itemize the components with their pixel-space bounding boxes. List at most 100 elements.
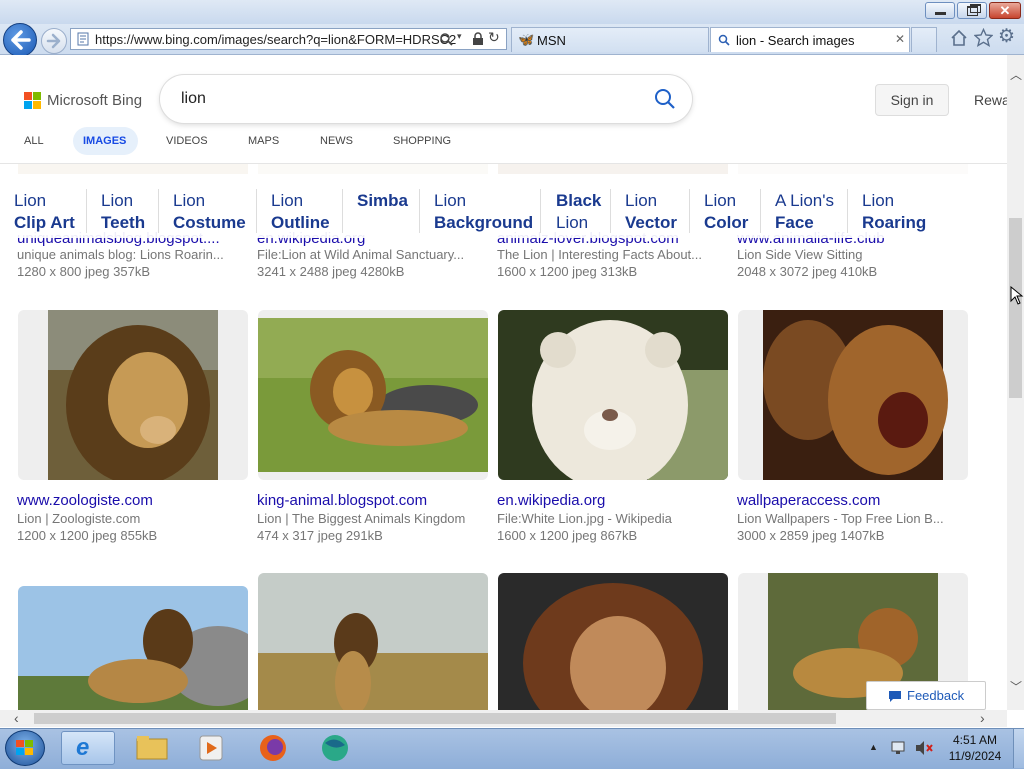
result-title[interactable]: Lion Side View Sitting [737,247,967,262]
folder-icon [136,736,168,760]
scroll-right-icon[interactable]: › [980,710,985,726]
system-clock[interactable]: 4:51 AM 11/9/2024 [942,732,1008,764]
search-icon[interactable] [654,88,676,110]
lock-icon[interactable] [472,32,484,46]
nav-videos[interactable]: VIDEOS [166,135,208,147]
related-search-item[interactable]: Lion Vector [625,190,677,234]
vertical-scrollbar[interactable]: ︿ ﹀ [1007,55,1024,710]
related-separator [610,189,611,233]
related-search-item[interactable]: Lion Outline [271,190,330,234]
lion-image [48,310,218,480]
rewards-link[interactable]: Rewa [974,92,1007,108]
scrollbar-thumb[interactable] [1009,218,1022,398]
address-bar[interactable]: https://www.bing.com/images/search?q=lio… [70,28,507,50]
related-separator [689,189,690,233]
image-thumbnail[interactable] [18,310,248,480]
related-search-item[interactable]: A Lion's Face [775,190,834,234]
related-search-item[interactable]: Lion Color [704,190,748,234]
search-box[interactable]: lion [160,75,692,123]
nav-all[interactable]: ALL [24,135,44,147]
result-title[interactable]: File:Lion at Wild Animal Sanctuary... [257,247,487,262]
home-icon[interactable] [950,29,968,47]
bing-logo-text[interactable]: Microsoft Bing [47,92,142,109]
refresh-icon[interactable]: ↻ [488,29,500,46]
result-title[interactable]: The Lion | Interesting Facts About... [497,247,727,262]
result-domain[interactable]: king-animal.blogspot.com [257,492,427,509]
lion-image [763,310,948,480]
lion-image [18,586,248,710]
settings-gear-icon[interactable]: ⚙ [998,25,1015,48]
close-window-button[interactable]: ✕ [989,2,1021,19]
related-search-item[interactable]: Lion Costume [173,190,246,234]
microsoft-logo-icon[interactable] [24,92,42,110]
image-thumbnail[interactable] [258,573,488,710]
back-button[interactable] [3,23,37,57]
close-tab-icon[interactable]: ✕ [895,32,905,46]
internet-explorer-icon: e [76,734,90,761]
result-domain[interactable]: wallpaperaccess.com [737,492,880,509]
result-title[interactable]: Lion Wallpapers - Top Free Lion B... [737,511,967,526]
feedback-button[interactable]: Feedback [866,681,986,710]
search-icon [718,34,730,46]
related-separator [419,189,420,233]
result-meta: 1280 x 800 jpeg 357kB [17,264,150,279]
lion-image [258,573,488,710]
result-title[interactable]: File:White Lion.jpg - Wikipedia [497,511,727,526]
image-thumbnail[interactable] [18,586,248,710]
show-hidden-icons[interactable]: ▲ [869,742,878,752]
related-search-item[interactable]: Lion Clip Art [14,190,75,234]
show-desktop-button[interactable] [1013,729,1024,768]
tab-msn[interactable]: 🦋 MSN [511,27,709,52]
result-title[interactable]: unique animals blog: Lions Roarin... [17,247,247,262]
horizontal-scrollbar[interactable]: ‹ › [0,710,1007,727]
related-search-item[interactable]: Lion Teeth [101,190,145,234]
feedback-label: Feedback [907,688,965,703]
scroll-left-icon[interactable]: ‹ [14,710,19,726]
nav-maps[interactable]: MAPS [248,135,279,147]
firefox-icon [260,735,286,761]
tab-label: MSN [537,33,566,48]
scroll-up-icon[interactable]: ︿ [1010,66,1022,83]
minimize-button[interactable] [925,2,955,19]
taskbar-firefox[interactable] [252,731,296,765]
related-search-item[interactable]: Lion Background [434,190,533,234]
lion-image [498,310,728,480]
search-input[interactable]: lion [181,90,206,108]
taskbar-file-explorer[interactable] [133,731,177,765]
new-tab-button[interactable] [911,27,937,52]
search-icon[interactable] [439,32,453,46]
scroll-down-icon[interactable]: ﹀ [1010,678,1022,695]
related-search-item[interactable]: Lion Roaring [862,190,926,234]
scrollbar-thumb[interactable] [34,713,836,724]
taskbar-internet-explorer[interactable]: e [61,731,115,765]
nav-images-active[interactable]: IMAGES [73,127,138,155]
result-title[interactable]: Lion | The Biggest Animals Kingdom [257,511,487,526]
restore-button[interactable] [957,2,987,19]
sign-in-button[interactable]: Sign in [875,84,949,116]
network-icon[interactable] [890,740,908,756]
result-domain[interactable]: www.zoologiste.com [17,492,153,509]
dropdown-icon[interactable]: ▾ [457,31,462,42]
nav-shopping[interactable]: SHOPPING [393,135,451,147]
favorites-star-icon[interactable] [974,28,993,47]
image-thumbnail[interactable] [258,310,488,480]
result-title[interactable]: Lion | Zoologiste.com [17,511,247,526]
start-button[interactable] [5,730,45,766]
image-thumbnail[interactable] [498,573,728,710]
related-separator [158,189,159,233]
tab-lion-search[interactable]: lion - Search images ✕ [710,27,910,52]
nav-news[interactable]: NEWS [320,135,353,147]
related-search-item[interactable]: Black Lion [556,190,601,234]
volume-muted-icon[interactable] [914,740,934,756]
image-thumbnail[interactable] [738,310,968,480]
related-search-item[interactable]: Simba [357,190,408,212]
forward-button[interactable] [41,28,67,54]
taskbar-app[interactable] [313,731,357,765]
image-thumbnail[interactable] [498,310,728,480]
taskbar-media-player[interactable] [190,731,234,765]
windows-logo-icon [16,740,33,755]
bing-images-page: Microsoft Bing lion Sign in Rewa ALL IMA… [0,55,1007,710]
result-domain[interactable]: en.wikipedia.org [497,492,605,509]
result-meta: 474 x 317 jpeg 291kB [257,528,383,543]
media-player-icon [199,735,223,761]
